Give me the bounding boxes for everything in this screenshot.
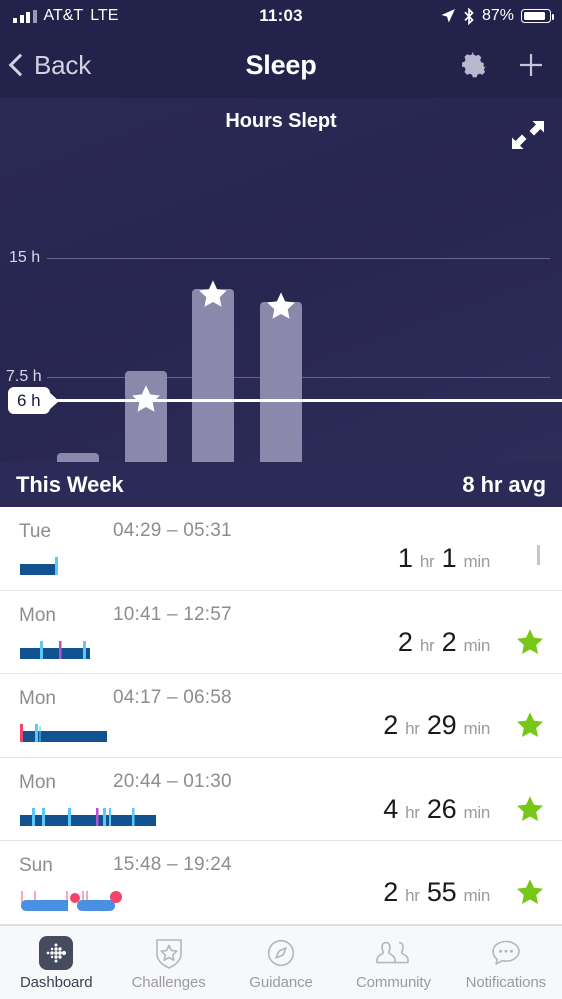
tab-community[interactable]: Community — [337, 935, 449, 991]
shield-star-icon — [153, 935, 185, 971]
row-day-label: Mon — [19, 688, 56, 710]
row-day-label: Sun — [19, 855, 53, 877]
hypnogram-bar — [20, 557, 60, 575]
tab-guidance[interactable]: Guidance — [225, 935, 337, 991]
chevron-right-icon — [537, 545, 540, 565]
row-time-range: 04:17 – 06:58 — [113, 687, 232, 709]
tab-label-challenges: Challenges — [132, 974, 206, 991]
this-week-header: This Week 8 hr avg — [0, 462, 562, 507]
gridline-15h — [47, 258, 550, 259]
chat-bubble-icon — [489, 935, 523, 971]
tab-dashboard[interactable]: Dashboard — [0, 935, 112, 991]
bar-s2[interactable] — [192, 289, 234, 462]
hypnogram-bar — [20, 641, 94, 659]
star-icon — [515, 877, 545, 907]
status-bar: AT&T LTE 11:03 87% — [0, 0, 562, 32]
week-average-label: 8 hr avg — [462, 472, 546, 498]
goal-badge: 6 h — [8, 387, 50, 414]
star-icon — [515, 627, 545, 657]
bar-f[interactable] — [57, 453, 99, 462]
hypnogram-bar — [20, 724, 110, 742]
ytick-label-7_5h: 7.5 h — [6, 368, 42, 386]
table-row[interactable]: Mon 04:17 – 06:58 2 hr 29 min — [0, 674, 562, 758]
battery-percent-label: 87% — [482, 7, 514, 25]
hypnogram-bar — [20, 891, 132, 909]
row-time-range: 15:48 – 19:24 — [113, 854, 232, 876]
row-day-label: Tue — [19, 521, 51, 543]
bar-s1[interactable] — [125, 371, 167, 462]
people-icon — [373, 935, 413, 971]
row-duration: 2 hr 29 min — [383, 710, 490, 741]
this-week-title: This Week — [16, 472, 124, 498]
tab-notifications[interactable]: Notifications — [450, 935, 562, 991]
row-duration: 4 hr 26 min — [383, 794, 490, 825]
compass-icon — [265, 935, 297, 971]
row-disclosure-chevron[interactable] — [537, 545, 540, 563]
chart-plot-area: 15 h 7.5 h 0 6 h F S — [0, 98, 562, 462]
hypnogram-bar — [20, 808, 160, 826]
row-day-label: Mon — [19, 772, 56, 794]
sleep-sessions-list: Tue 04:29 – 05:31 1 hr 1 min Mon 10:41 –… — [0, 507, 562, 925]
table-row[interactable]: Mon 20:44 – 01:30 4 hr 26 min — [0, 758, 562, 842]
table-row[interactable]: Tue 04:29 – 05:31 1 hr 1 min — [0, 507, 562, 591]
status-bar-right: 87% — [440, 7, 551, 25]
navigation-actions — [458, 48, 548, 82]
table-row[interactable]: Sun 15:48 – 19:24 2 hr 55 min — [0, 841, 562, 925]
star-icon — [515, 794, 545, 824]
tab-label-community: Community — [356, 974, 431, 991]
bar-m[interactable] — [260, 302, 302, 462]
table-row[interactable]: Mon 10:41 – 12:57 2 hr 2 min — [0, 591, 562, 675]
row-time-range: 20:44 – 01:30 — [113, 771, 232, 793]
gear-icon[interactable] — [458, 50, 488, 80]
row-duration: 2 hr 2 min — [398, 627, 490, 658]
ytick-label-15h: 15 h — [9, 249, 40, 267]
sleep-chart-panel[interactable]: Hours Slept 15 h 7.5 h 0 — [0, 98, 562, 462]
tab-label-notifications: Notifications — [466, 974, 546, 991]
plus-icon[interactable] — [514, 48, 548, 82]
location-arrow-icon — [440, 8, 456, 24]
row-time-range: 10:41 – 12:57 — [113, 604, 232, 626]
tab-challenges[interactable]: Challenges — [112, 935, 224, 991]
navigation-bar: Back Sleep — [0, 32, 562, 98]
tab-label-guidance: Guidance — [249, 974, 312, 991]
sleep-screen: AT&T LTE 11:03 87% Back Sleep — [0, 0, 562, 999]
tab-bar: Dashboard Challenges Guidance — [0, 925, 562, 999]
fitbit-dots-icon — [39, 935, 73, 971]
row-time-range: 04:29 – 05:31 — [113, 520, 232, 542]
row-day-label: Mon — [19, 605, 56, 627]
bluetooth-icon — [463, 8, 475, 25]
row-duration: 2 hr 55 min — [383, 877, 490, 908]
battery-icon — [521, 9, 551, 23]
row-duration: 1 hr 1 min — [398, 543, 490, 574]
tab-label-dashboard: Dashboard — [20, 974, 92, 991]
star-icon — [515, 710, 545, 740]
goal-line — [40, 399, 562, 402]
